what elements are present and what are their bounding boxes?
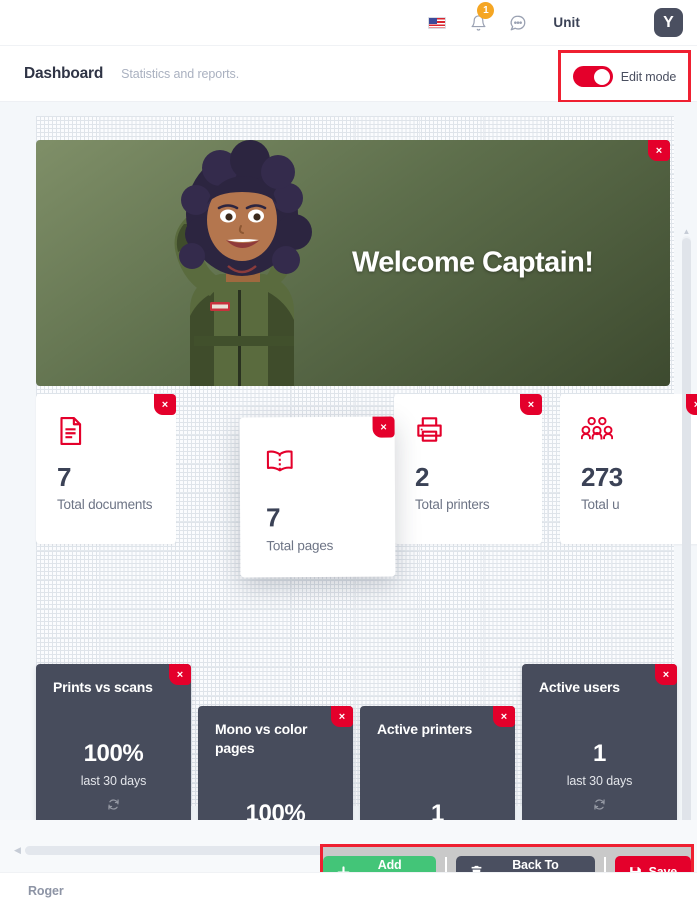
stat-value: 7 [266,502,281,533]
close-icon[interactable]: × [331,706,353,727]
metric-value: 1 [593,740,606,767]
edit-mode-toggle[interactable] [572,66,613,87]
notification-badge: 1 [477,1,495,19]
scroll-up-icon[interactable]: ▲ [682,228,691,236]
close-icon[interactable]: × [520,394,542,415]
stat-value: 2 [415,462,429,492]
refresh-icon[interactable] [36,798,191,811]
close-icon[interactable]: × [493,706,515,727]
metric-card-mono-vs-color-pages[interactable]: Mono vs color pages 100% last 30 days × [198,706,353,820]
metric-title: Active printers [377,721,473,737]
unit-selector[interactable]: Unit [553,15,580,30]
dashboard-app: 1 Unit Y Dashboard Statistics and report… [0,0,697,908]
vertical-scrollbar-thumb[interactable] [682,238,691,820]
stat-card-total-documents[interactable]: 7 Total documents × [36,394,176,544]
metric-value: 100% [83,740,144,767]
book-icon [266,449,294,478]
metric-title: Mono vs color pages [215,721,308,756]
close-icon[interactable]: × [169,664,191,685]
top-bar: 1 Unit Y [0,0,697,46]
refresh-icon[interactable] [522,798,677,811]
stat-label: Total pages [266,537,334,554]
edit-mode-highlight: Edit mode [558,50,691,103]
metric-card-active-printers[interactable]: Active printers 1 last 30 days × [360,706,515,820]
us-flag-icon[interactable] [428,16,447,29]
stat-card-total-pages[interactable]: 7 Total pages × [239,416,396,578]
metric-period: last 30 days [80,774,147,788]
users-icon [580,416,614,447]
metric-value: 1 [431,800,444,820]
edit-mode-label: Edit mode [620,69,677,84]
stat-label: Total u [581,497,620,512]
close-icon[interactable]: × [648,140,670,161]
vertical-scrollbar[interactable]: ▲ ▼ [682,228,691,820]
metric-title: Active users [539,679,620,695]
metric-card-active-users[interactable]: Active users 1 last 30 days × [522,664,677,820]
metric-period: last 30 days [566,774,633,788]
close-icon[interactable]: × [655,664,677,685]
stat-label: Total printers [415,497,490,512]
notifications-button[interactable]: 1 [470,1,495,32]
avatar[interactable]: Y [654,8,683,37]
page-subtitle: Statistics and reports. [121,66,240,81]
document-icon [57,416,84,451]
stat-value: 273 [581,462,623,492]
printer-icon [415,416,444,448]
dashboard-canvas: Welcome Captain! × 7 Total documents × 7… [0,102,697,820]
footer: Roger [0,872,697,908]
metric-value: 100% [245,800,306,820]
stat-card-total-printers[interactable]: 2 Total printers × [394,394,542,544]
page-title: Dashboard [24,64,104,82]
close-icon[interactable]: × [686,394,697,415]
chat-bubble-icon [510,15,526,30]
footer-user-name: Roger [28,883,64,898]
captain-illustration [174,140,312,386]
messages-button[interactable] [509,14,527,32]
stat-value: 7 [57,462,71,492]
banner-title: Welcome Captain! [352,246,594,279]
stat-label: Total documents [57,497,153,512]
welcome-banner-widget[interactable]: Welcome Captain! × [36,140,670,386]
metric-card-prints-vs-scans[interactable]: Prints vs scans 100% last 30 days × [36,664,191,820]
close-icon[interactable]: × [154,394,176,415]
metric-title: Prints vs scans [53,679,153,695]
scroll-left-icon[interactable]: ◀ [14,845,21,856]
stat-card-total-users[interactable]: 273 Total u × [560,394,697,544]
close-icon[interactable]: × [372,416,395,438]
